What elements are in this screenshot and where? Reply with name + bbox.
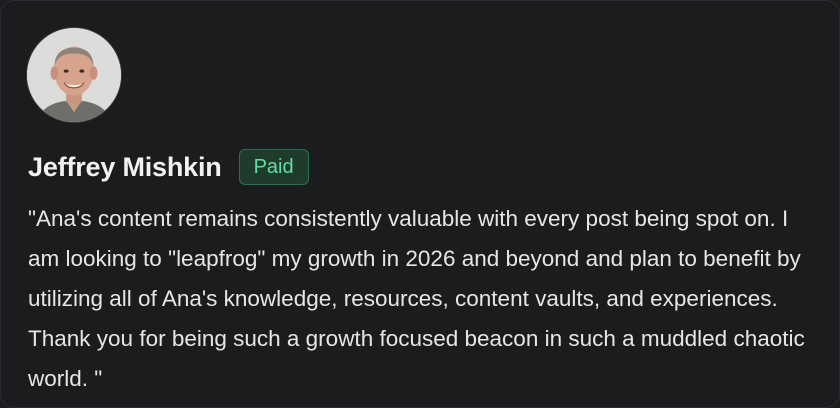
avatar: [26, 27, 122, 123]
author-row: Jeffrey Mishkin Paid: [28, 147, 309, 187]
avatar-photo: [27, 28, 121, 122]
author-name: Jeffrey Mishkin: [28, 151, 222, 182]
paid-badge: Paid: [238, 149, 309, 185]
testimonial-card: Jeffrey Mishkin Paid "Ana's content rema…: [0, 0, 840, 408]
testimonial-quote: "Ana's content remains consistently valu…: [28, 206, 805, 391]
